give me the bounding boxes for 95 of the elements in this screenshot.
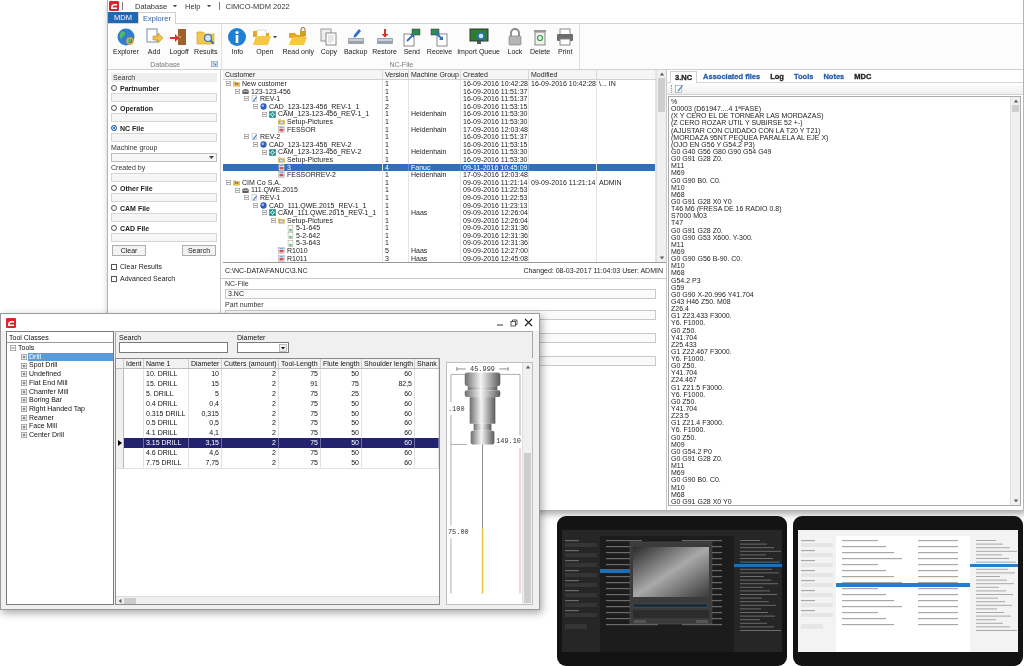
- minus-box-icon[interactable]: [271, 218, 276, 223]
- minus-box-icon[interactable]: [253, 142, 258, 148]
- plus-box-icon[interactable]: [21, 362, 27, 369]
- edit-icon[interactable]: [675, 84, 684, 93]
- monitor-icon: [468, 27, 489, 47]
- scrollbar[interactable]: [522, 363, 532, 604]
- input-field[interactable]: [111, 193, 217, 202]
- radio-button[interactable]: [111, 205, 117, 211]
- drive-icon: [345, 27, 366, 47]
- input-field[interactable]: [111, 133, 217, 142]
- picture-folder-icon: [278, 156, 285, 164]
- down-arrow-icon[interactable]: [658, 255, 665, 261]
- dimension-line: [499, 366, 509, 372]
- drive-icon: [374, 27, 395, 47]
- sphere-icon: [260, 201, 267, 209]
- gear-icon: [269, 148, 276, 156]
- left-arrow-icon[interactable]: [117, 597, 123, 604]
- minus-box-icon[interactable]: [226, 81, 231, 87]
- up-arrow-icon[interactable]: [658, 71, 665, 77]
- up-arrow-icon[interactable]: [524, 364, 531, 370]
- plus-box-icon[interactable]: [21, 432, 27, 439]
- search-field[interactable]: [119, 342, 228, 353]
- printer-icon: [555, 27, 576, 47]
- scrollbar-thumb[interactable]: [124, 597, 136, 604]
- note-icon: [251, 133, 258, 141]
- machine-icon: [242, 87, 249, 95]
- dropdown-arrow-icon[interactable]: [279, 343, 287, 352]
- expand-dialog-icon[interactable]: [211, 61, 219, 67]
- input-field[interactable]: [111, 233, 217, 242]
- restore-icon[interactable]: [510, 318, 518, 327]
- minus-box-icon[interactable]: [10, 345, 16, 352]
- minus-box-icon[interactable]: [253, 202, 258, 208]
- dropdown-field[interactable]: [237, 342, 289, 353]
- plus-box-icon[interactable]: [21, 406, 27, 413]
- caret-icon: [209, 156, 214, 159]
- note-icon: [251, 95, 258, 103]
- close-icon[interactable]: [524, 318, 533, 327]
- scrollbar-thumb[interactable]: [524, 453, 531, 603]
- scrollbar-thumb[interactable]: [1012, 105, 1019, 112]
- input-field[interactable]: [111, 113, 217, 122]
- dimension-line: [456, 366, 467, 372]
- plus-box-icon[interactable]: [21, 380, 27, 387]
- input-field[interactable]: [111, 173, 217, 182]
- plus-box-icon[interactable]: [21, 354, 27, 361]
- app-logo-icon: [6, 317, 16, 328]
- machine-icon: [242, 186, 249, 194]
- picture-folder-icon: [278, 217, 285, 224]
- plus-box-icon[interactable]: [21, 371, 27, 378]
- radio-button[interactable]: [111, 125, 117, 131]
- gear-icon: [269, 209, 276, 217]
- locked-folder-icon: [288, 27, 309, 47]
- radio-button[interactable]: [111, 185, 117, 191]
- checkbox[interactable]: [111, 263, 117, 270]
- globe-icon: [116, 27, 137, 47]
- radio-button[interactable]: [111, 105, 117, 111]
- minus-box-icon[interactable]: [244, 134, 249, 140]
- up-arrow-icon[interactable]: [1012, 98, 1019, 104]
- down-arrow-icon[interactable]: [1012, 498, 1019, 504]
- radio-button[interactable]: [111, 85, 117, 91]
- plus-box-icon[interactable]: [21, 397, 27, 404]
- copy-icon: [318, 27, 339, 47]
- minus-box-icon[interactable]: [235, 88, 240, 94]
- folder-icon: [233, 80, 240, 88]
- info-icon: [227, 27, 248, 47]
- sphere-icon: [260, 103, 267, 111]
- minus-box-icon[interactable]: [262, 210, 267, 216]
- minus-box-icon[interactable]: [262, 149, 267, 155]
- folder-icon: [252, 27, 273, 47]
- minus-box-icon[interactable]: [262, 111, 267, 117]
- minus-box-icon[interactable]: [235, 187, 240, 193]
- plus-box-icon[interactable]: [21, 414, 27, 421]
- minus-box-icon[interactable]: [253, 104, 258, 110]
- plus-box-icon[interactable]: [21, 388, 27, 395]
- row-pointer-icon: [117, 440, 122, 447]
- sphere-icon: [260, 141, 267, 149]
- picture-folder-icon: [278, 118, 285, 126]
- note-icon: [251, 194, 258, 202]
- file-icon: [278, 125, 285, 133]
- checkbox[interactable]: [111, 275, 117, 282]
- minus-box-icon[interactable]: [226, 180, 231, 185]
- scrollbar[interactable]: [116, 596, 439, 604]
- plus-box-icon[interactable]: [21, 423, 27, 430]
- send-icon: [401, 27, 422, 47]
- receive-icon: [429, 27, 450, 47]
- scrollbar[interactable]: [656, 70, 666, 262]
- scrollbar[interactable]: [1010, 97, 1020, 505]
- minus-box-icon[interactable]: [244, 195, 249, 201]
- input-field[interactable]: [111, 213, 217, 222]
- gear-icon: [269, 110, 276, 118]
- input-field[interactable]: [111, 93, 217, 102]
- dropdown-field[interactable]: [111, 153, 217, 162]
- scrollbar-thumb[interactable]: [658, 78, 665, 112]
- folder-icon: [233, 179, 240, 186]
- radio-button[interactable]: [111, 225, 117, 231]
- minus-box-icon[interactable]: [244, 96, 249, 102]
